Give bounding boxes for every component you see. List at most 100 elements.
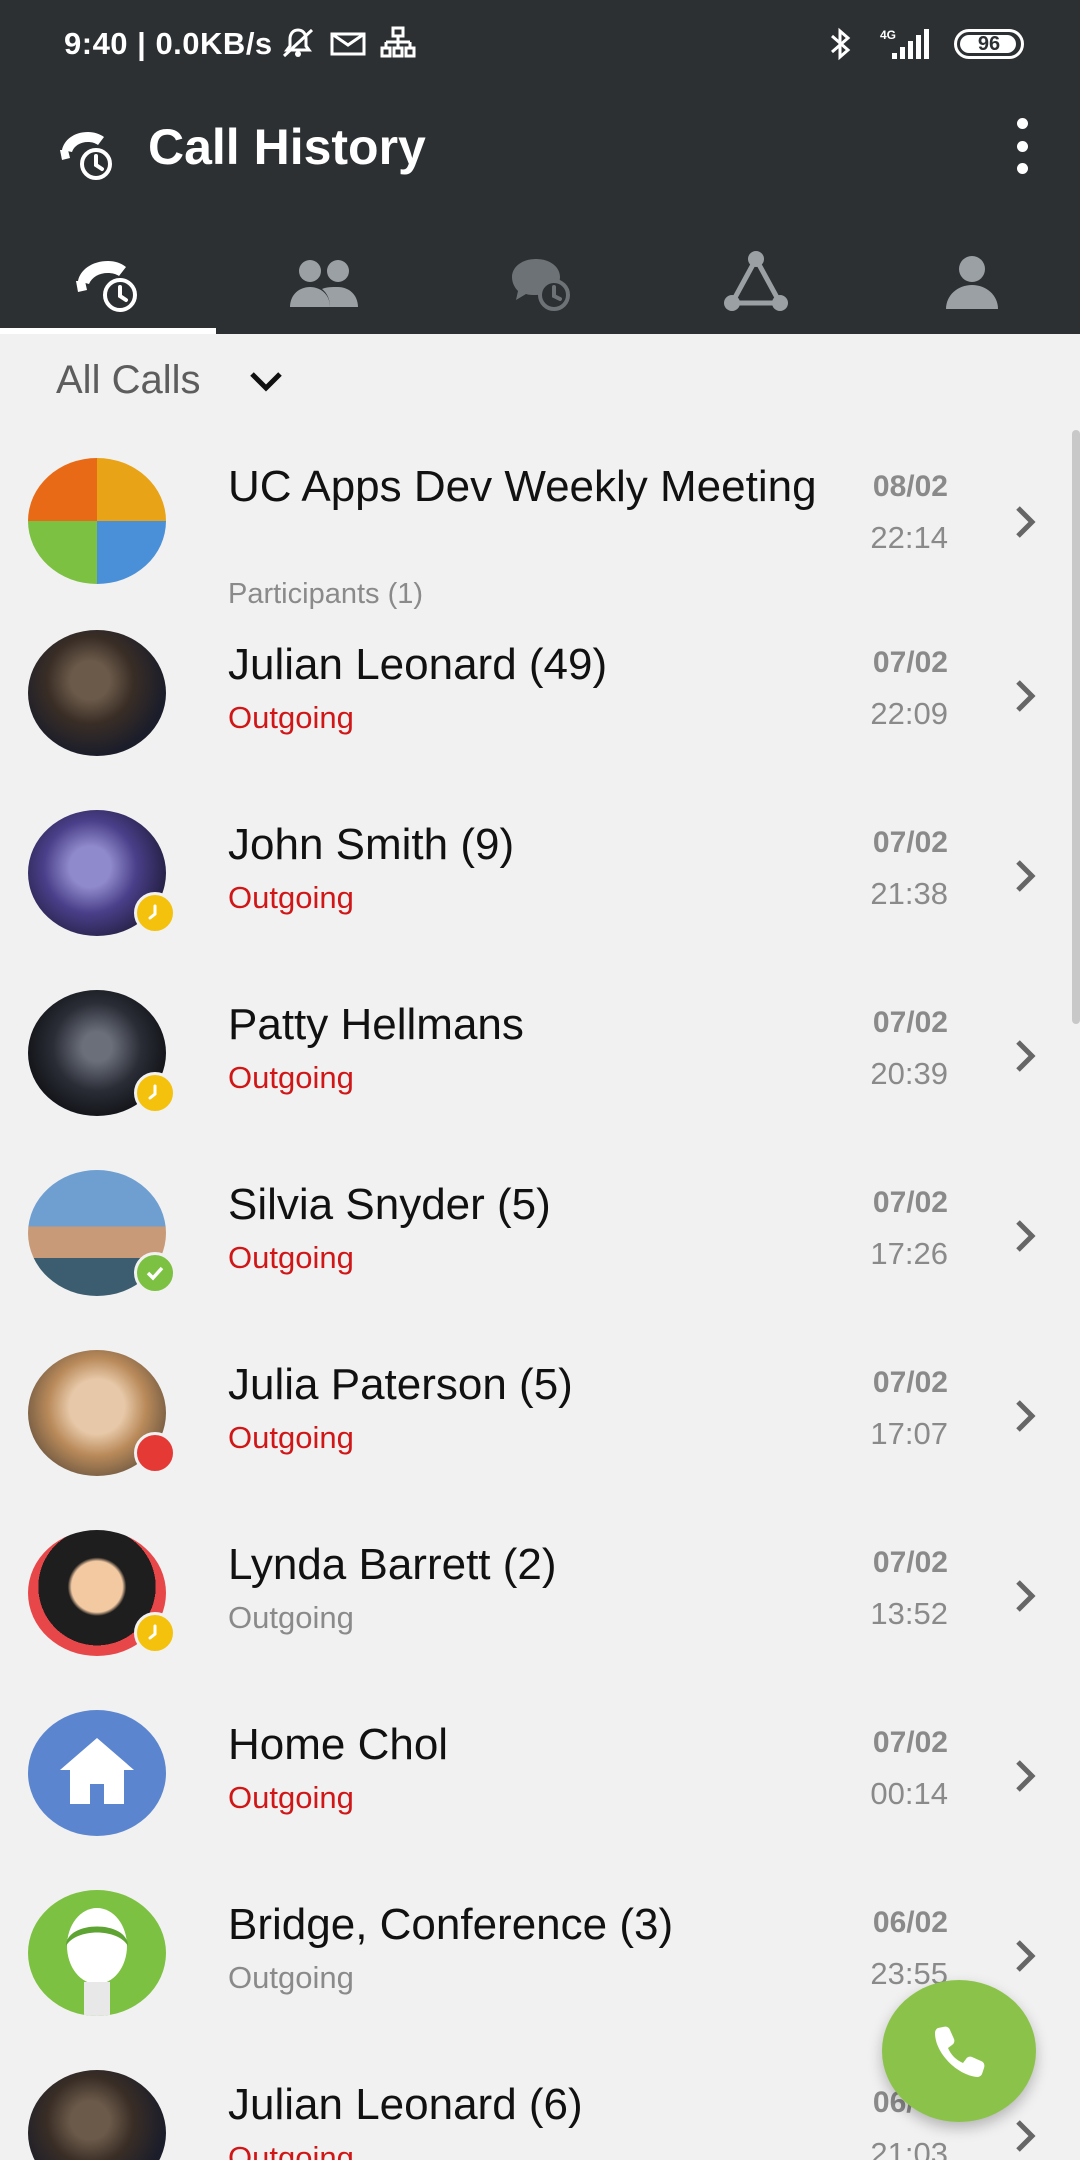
participants-label: Participants (1) [228, 578, 424, 610]
chevron-right-icon[interactable] [1010, 502, 1040, 542]
call-date: 07/02 [872, 826, 948, 859]
call-row[interactable]: Julia Paterson (5) Outgoing 07/02 17:07 [0, 1336, 1080, 1516]
call-direction: Outgoing [228, 1240, 354, 1275]
presence-away-icon [134, 1612, 176, 1654]
call-time: 20:39 [870, 1056, 948, 1091]
battery-level: 96 [977, 32, 1001, 55]
tab-call-history[interactable] [0, 230, 216, 334]
chevron-right-icon[interactable] [1010, 1036, 1040, 1076]
contact-name: Patty Hellmans [228, 1000, 524, 1049]
call-date: 07/02 [872, 1546, 948, 1579]
tab-contacts[interactable] [216, 230, 432, 334]
contacts-icon [290, 260, 358, 307]
chevron-down-icon [250, 371, 283, 392]
call-direction: Outgoing [228, 700, 354, 735]
mail-icon [330, 32, 366, 56]
call-row[interactable]: Patty Hellmans Outgoing 07/02 20:39 [0, 976, 1080, 1156]
chevron-right-icon[interactable] [1010, 1756, 1040, 1796]
status-time: 9:40 | 0.0KB/s [64, 26, 273, 61]
person-placeholder-icon [66, 1908, 128, 2016]
call-time: 21:38 [870, 876, 948, 911]
avatar [28, 630, 166, 756]
avatar [28, 458, 166, 584]
call-direction: Outgoing [228, 1600, 354, 1635]
tab-profile[interactable] [864, 230, 1080, 334]
dial-button[interactable] [882, 1980, 1036, 2122]
signal-4g-icon: 4G [880, 28, 929, 59]
contact-name: Lynda Barrett (2) [228, 1540, 557, 1589]
call-row[interactable]: Silvia Snyder (5) Outgoing 07/02 17:26 [0, 1156, 1080, 1336]
call-date: 07/02 [872, 1366, 948, 1399]
call-direction: Outgoing [228, 1060, 354, 1095]
contact-name: Silvia Snyder (5) [228, 1180, 551, 1229]
call-direction: Outgoing [228, 880, 354, 915]
avatar [28, 1710, 166, 1836]
call-time: 21:03 [870, 2136, 948, 2160]
call-row[interactable]: Lynda Barrett (2) Outgoing 07/02 13:52 [0, 1516, 1080, 1696]
call-direction: Outgoing [228, 1960, 354, 1995]
call-time: 22:09 [870, 696, 948, 731]
chevron-right-icon[interactable] [1010, 1936, 1040, 1976]
page-title: Call History [148, 119, 426, 175]
contact-name: UC Apps Dev Weekly Meeting [228, 462, 817, 511]
chevron-right-icon[interactable] [1010, 676, 1040, 716]
call-time: 22:14 [870, 520, 948, 555]
call-row[interactable]: UC Apps Dev Weekly Meeting Participants (… [0, 430, 1080, 610]
call-date: 07/02 [872, 1186, 948, 1219]
tab-bar [0, 230, 1080, 334]
contact-name: John Smith (9) [228, 820, 515, 869]
call-time: 00:14 [870, 1776, 948, 1811]
call-date: 06/02 [872, 1906, 948, 1939]
app-bar: 9:40 | 0.0KB/s 4G 96 Call History [0, 0, 1080, 334]
bell-off-icon [282, 28, 314, 58]
status-notification-icons [280, 26, 416, 60]
call-row[interactable]: Home Chol Outgoing 07/02 00:14 [0, 1696, 1080, 1876]
call-date: 07/02 [872, 1726, 948, 1759]
call-time: 17:26 [870, 1236, 948, 1271]
call-row[interactable]: Julian Leonard (49) Outgoing 07/02 22:09 [0, 616, 1080, 796]
call-history-icon [76, 261, 137, 312]
contact-name: Julia Paterson (5) [228, 1360, 573, 1409]
tab-network[interactable] [648, 230, 864, 334]
contact-name: Julian Leonard (49) [228, 640, 608, 689]
call-date: 07/02 [872, 646, 948, 679]
status-system-icons: 4G 96 [828, 26, 1024, 62]
call-time: 13:52 [870, 1596, 948, 1631]
more-vert-icon[interactable] [1004, 118, 1040, 174]
call-date: 08/02 [872, 470, 948, 503]
network-icon [724, 251, 788, 311]
tab-chat-history[interactable] [432, 230, 648, 334]
call-direction: Outgoing [228, 1420, 354, 1455]
call-direction: Outgoing [228, 1780, 354, 1815]
chevron-right-icon[interactable] [1010, 1576, 1040, 1616]
presence-away-icon [134, 892, 176, 934]
presence-available-icon [134, 1252, 176, 1294]
chevron-right-icon[interactable] [1010, 2116, 1040, 2156]
chevron-right-icon[interactable] [1010, 1216, 1040, 1256]
profile-icon [946, 256, 998, 309]
contact-name: Julian Leonard (6) [228, 2080, 583, 2129]
network-tree-icon [380, 26, 416, 58]
chat-history-icon [512, 259, 570, 311]
toolbar: Call History [0, 100, 1080, 200]
phone-icon [935, 2026, 985, 2077]
avatar [28, 1890, 166, 2016]
call-direction: Outgoing [228, 2140, 354, 2160]
call-time: 17:07 [870, 1416, 948, 1451]
call-row[interactable]: John Smith (9) Outgoing 07/02 21:38 [0, 796, 1080, 976]
call-date: 07/02 [872, 1006, 948, 1039]
filter-label: All Calls [56, 358, 201, 402]
home-icon [60, 1738, 134, 1804]
chevron-right-icon[interactable] [1010, 856, 1040, 896]
chevron-right-icon[interactable] [1010, 1396, 1040, 1436]
battery-indicator: 96 [954, 29, 1024, 59]
presence-away-icon [134, 1072, 176, 1114]
avatar [28, 2070, 166, 2160]
contact-name: Home Chol [228, 1720, 449, 1769]
presence-busy-icon [134, 1432, 176, 1474]
status-bar: 9:40 | 0.0KB/s 4G 96 [0, 0, 1080, 90]
bluetooth-icon [831, 27, 851, 61]
network-label: 4G [880, 28, 896, 42]
contact-name: Bridge, Conference (3) [228, 1900, 674, 1949]
call-filter-dropdown[interactable]: All Calls [56, 358, 286, 403]
